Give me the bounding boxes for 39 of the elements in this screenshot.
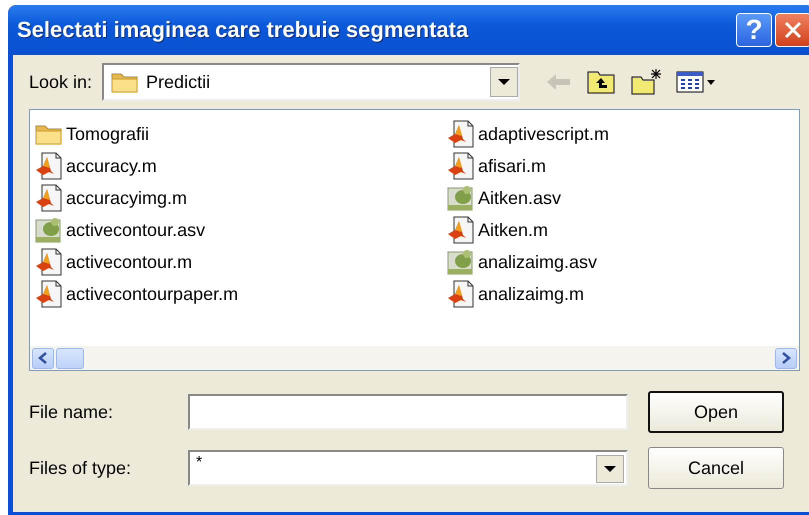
file-name[interactable]: Aitken.asv: [478, 188, 562, 208]
open-button[interactable]: Open: [648, 391, 784, 433]
file-name[interactable]: Aitken.m: [478, 220, 548, 240]
close-icon: [783, 20, 803, 40]
file-name-label: File name:: [29, 402, 114, 422]
script-file-icon: [34, 183, 64, 213]
script-file-icon: [34, 279, 64, 309]
file-name[interactable]: afisari.m: [478, 156, 546, 176]
window-title: Selectati imaginea care trebuie segmentata: [17, 17, 470, 43]
script-file-icon: [34, 247, 64, 277]
script-file-icon: [34, 151, 64, 181]
file-name[interactable]: accuracyimg.m: [66, 188, 188, 208]
cancel-button[interactable]: Cancel: [648, 447, 784, 489]
file-name[interactable]: Tomografii: [66, 124, 150, 144]
scroll-right-icon[interactable]: [781, 352, 791, 364]
script-file-icon: [446, 279, 476, 309]
look-in-label: Look in:: [29, 72, 92, 92]
horizontal-scrollbar[interactable]: [30, 346, 799, 370]
look-in-dropdown[interactable]: Predictii: [102, 63, 520, 101]
file-name-field[interactable]: [188, 394, 628, 430]
file-name[interactable]: accuracy.m: [66, 156, 157, 176]
close-button[interactable]: [775, 13, 809, 47]
file-name[interactable]: adaptivescript.m: [478, 124, 610, 144]
file-type-label: Files of type:: [29, 458, 132, 478]
dropdown-arrow-icon: [498, 78, 510, 86]
new-folder-icon[interactable]: [630, 68, 662, 96]
script-file-icon: [446, 119, 476, 149]
file-name[interactable]: analizaimg.m: [478, 284, 584, 304]
file-name[interactable]: activecontour.asv: [66, 220, 206, 240]
file-name[interactable]: analizaimg.asv: [478, 252, 598, 272]
file-name[interactable]: activecontourpaper.m: [66, 284, 238, 304]
script-file-icon: [446, 151, 476, 181]
up-folder-icon[interactable]: [586, 69, 616, 95]
dropdown-arrow-icon: [604, 465, 616, 473]
script-file-icon: [446, 215, 476, 245]
file-name[interactable]: activecontour.m: [66, 252, 192, 272]
file-type-dropdown[interactable]: *: [188, 450, 628, 486]
scrollbar-thumb[interactable]: [56, 348, 84, 368]
scroll-left-icon[interactable]: [38, 352, 48, 364]
